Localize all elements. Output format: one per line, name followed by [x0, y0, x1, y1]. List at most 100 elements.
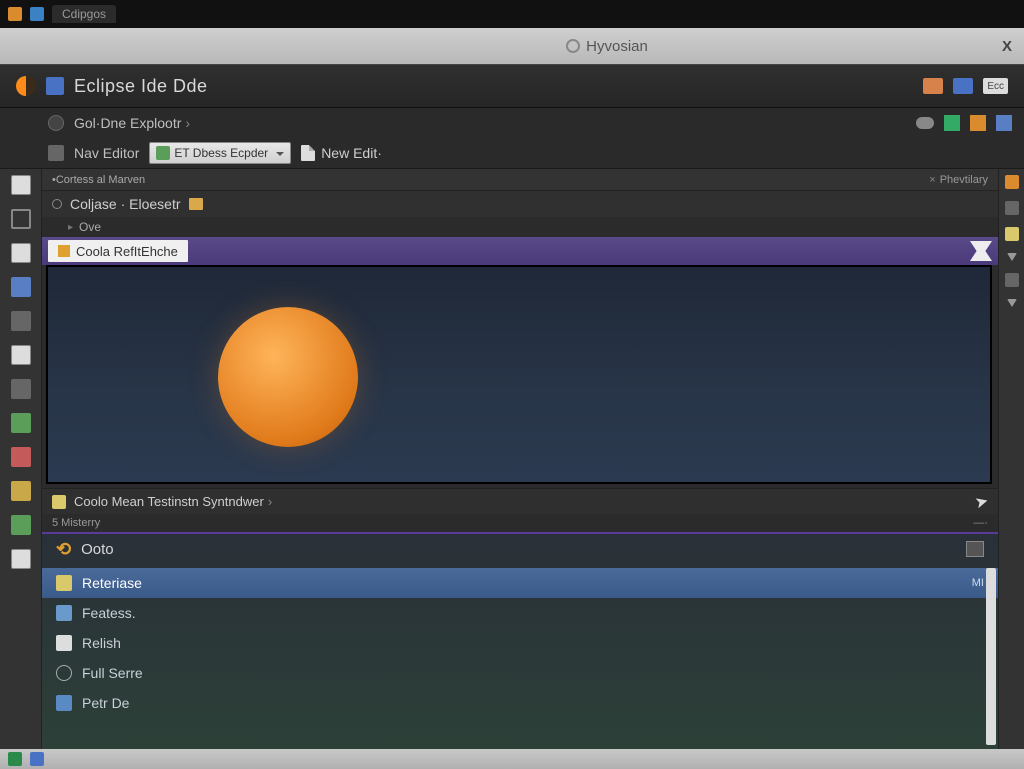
- results-scrollbar[interactable]: [986, 568, 996, 745]
- new-editor-button[interactable]: New Edit·: [301, 145, 382, 161]
- results-panel: ⟲ Ooto Reteriase MI Featess. Relish Full Ser…: [42, 534, 998, 749]
- explorer-combo[interactable]: ET Dbess Ecpder: [149, 142, 291, 164]
- cursor-icon: ➤: [972, 490, 990, 513]
- nav-icon[interactable]: [48, 145, 64, 161]
- workspace: •Cortess al Marven Phevtilary Coljase · …: [0, 169, 1024, 749]
- results-item[interactable]: Featess.: [42, 598, 998, 628]
- results-list: Reteriase MI Featess. Relish Full Serre Petr …: [42, 564, 998, 718]
- brand-square-icon: [46, 77, 64, 95]
- results-item-label: Full Serre: [82, 665, 143, 681]
- chevron-down-icon[interactable]: [1007, 253, 1017, 261]
- os-chrome: Cdipgos: [0, 0, 1024, 28]
- window-titlebar: Hyvosian X: [0, 28, 1024, 64]
- app-ring-icon: [566, 39, 580, 53]
- os-tab[interactable]: Cdipgos: [52, 5, 116, 23]
- main-toolbar: Gol·Dne Explootr Nav Editor ET Dbess Ecp…: [0, 108, 1024, 169]
- right-rail: [998, 169, 1024, 749]
- sidebar-icon[interactable]: [11, 481, 31, 501]
- rail-icon[interactable]: [1005, 227, 1019, 241]
- sidebar-file-icon[interactable]: [11, 345, 31, 365]
- misc-row: 5 Misterry —·: [42, 514, 998, 534]
- misc-menu-icon[interactable]: —·: [973, 517, 988, 529]
- results-header-label: Ooto: [81, 541, 114, 558]
- sidebar-icon[interactable]: [11, 379, 31, 399]
- sidebar-file-icon[interactable]: [11, 549, 31, 569]
- results-item-label: Petr De: [82, 695, 129, 711]
- results-item-label: Featess.: [82, 605, 136, 621]
- window-close-button[interactable]: X: [1002, 38, 1012, 55]
- explorer-title-row[interactable]: Coljase · Eloesetr: [42, 191, 998, 217]
- console-title[interactable]: Coolo Mean Testinstn Syntndwer: [74, 494, 272, 509]
- window-title: Hyvosian: [566, 38, 648, 55]
- eclipse-logo-icon: [16, 76, 36, 96]
- file-type-icon: [58, 245, 70, 257]
- sidebar-icon[interactable]: [11, 515, 31, 535]
- perspective-icon[interactable]: [953, 78, 973, 94]
- nav-back-icon[interactable]: [48, 115, 64, 131]
- results-maximize-icon[interactable]: [966, 541, 984, 557]
- left-sidebar: [0, 169, 42, 749]
- perspective-icon[interactable]: [923, 78, 943, 94]
- sidebar-file-icon[interactable]: [11, 175, 31, 195]
- app-icon: [8, 7, 22, 21]
- panel-header: •Cortess al Marven Phevtilary: [42, 169, 998, 191]
- rail-icon[interactable]: [1005, 273, 1019, 287]
- results-header: ⟲ Ooto: [42, 534, 998, 564]
- quick-access[interactable]: Ecc: [983, 78, 1008, 94]
- editor-tab-bar: Coola RefItEhche: [42, 237, 998, 265]
- results-item[interactable]: Reteriase MI: [42, 568, 998, 598]
- chevron-down-icon[interactable]: [1007, 299, 1017, 307]
- product-title: Eclipse Ide Dde: [74, 76, 208, 97]
- editor-tab[interactable]: Coola RefItEhche: [48, 240, 188, 262]
- results-header-icon: ⟲: [56, 539, 71, 560]
- sidebar-icon[interactable]: [11, 447, 31, 467]
- new-editor-label: New Edit·: [321, 145, 382, 161]
- sidebar-outline-icon[interactable]: [11, 209, 31, 229]
- misc-label: 5 Misterry: [52, 517, 100, 529]
- rail-icon[interactable]: [1005, 201, 1019, 215]
- status-icon[interactable]: [8, 752, 22, 766]
- results-item-icon: [56, 665, 72, 681]
- results-item-icon: [56, 605, 72, 621]
- panel-header-label: •Cortess al Marven: [52, 174, 145, 186]
- results-item-tag: MI: [972, 577, 984, 589]
- cloud-icon[interactable]: [916, 117, 934, 129]
- results-item-icon: [56, 695, 72, 711]
- panel-header-tag[interactable]: Phevtilary: [929, 174, 988, 186]
- results-item[interactable]: Petr De: [42, 688, 998, 718]
- status-icon[interactable]: [30, 752, 44, 766]
- explorer-sub-row[interactable]: Ove: [42, 217, 998, 237]
- results-item[interactable]: Relish: [42, 628, 998, 658]
- folder-icon: [189, 198, 203, 210]
- toolbar-icon[interactable]: [944, 115, 960, 131]
- sidebar-icon[interactable]: [11, 311, 31, 331]
- explorer-title: Coljase · Eloesetr: [70, 196, 181, 212]
- rail-icon[interactable]: [1005, 175, 1019, 189]
- tree-toggle-icon[interactable]: [52, 199, 62, 209]
- results-item-label: Reteriase: [82, 575, 142, 591]
- product-bar: Eclipse Ide Dde Ecc: [0, 64, 1024, 108]
- nav-editor-label: Nav Editor: [74, 145, 139, 161]
- app-icon: [30, 7, 44, 21]
- editor-tab-label: Coola RefItEhche: [76, 244, 178, 259]
- console-icon: [52, 495, 66, 509]
- results-item-icon: [56, 635, 72, 651]
- sidebar-icon[interactable]: [11, 413, 31, 433]
- breadcrumb[interactable]: Gol·Dne Explootr: [74, 115, 190, 131]
- console-tab-bar: Coolo Mean Testinstn Syntndwer ➤: [42, 488, 998, 514]
- editor-canvas[interactable]: [46, 265, 992, 484]
- sidebar-file-icon[interactable]: [11, 243, 31, 263]
- window-title-text: Hyvosian: [586, 38, 648, 55]
- sidebar-icon[interactable]: [11, 277, 31, 297]
- toolbar-icon[interactable]: [996, 115, 1012, 131]
- combo-icon: [156, 146, 170, 160]
- tab-end-icon[interactable]: [970, 241, 992, 261]
- main-column: •Cortess al Marven Phevtilary Coljase · …: [42, 169, 998, 749]
- results-item[interactable]: Full Serre: [42, 658, 998, 688]
- results-item-icon: [56, 575, 72, 591]
- status-bar: [0, 749, 1024, 769]
- combo-text: ET Dbess Ecpder: [174, 146, 268, 160]
- new-file-icon: [301, 145, 315, 161]
- toolbar-icon[interactable]: [970, 115, 986, 131]
- eclipse-splash-icon: [218, 307, 358, 447]
